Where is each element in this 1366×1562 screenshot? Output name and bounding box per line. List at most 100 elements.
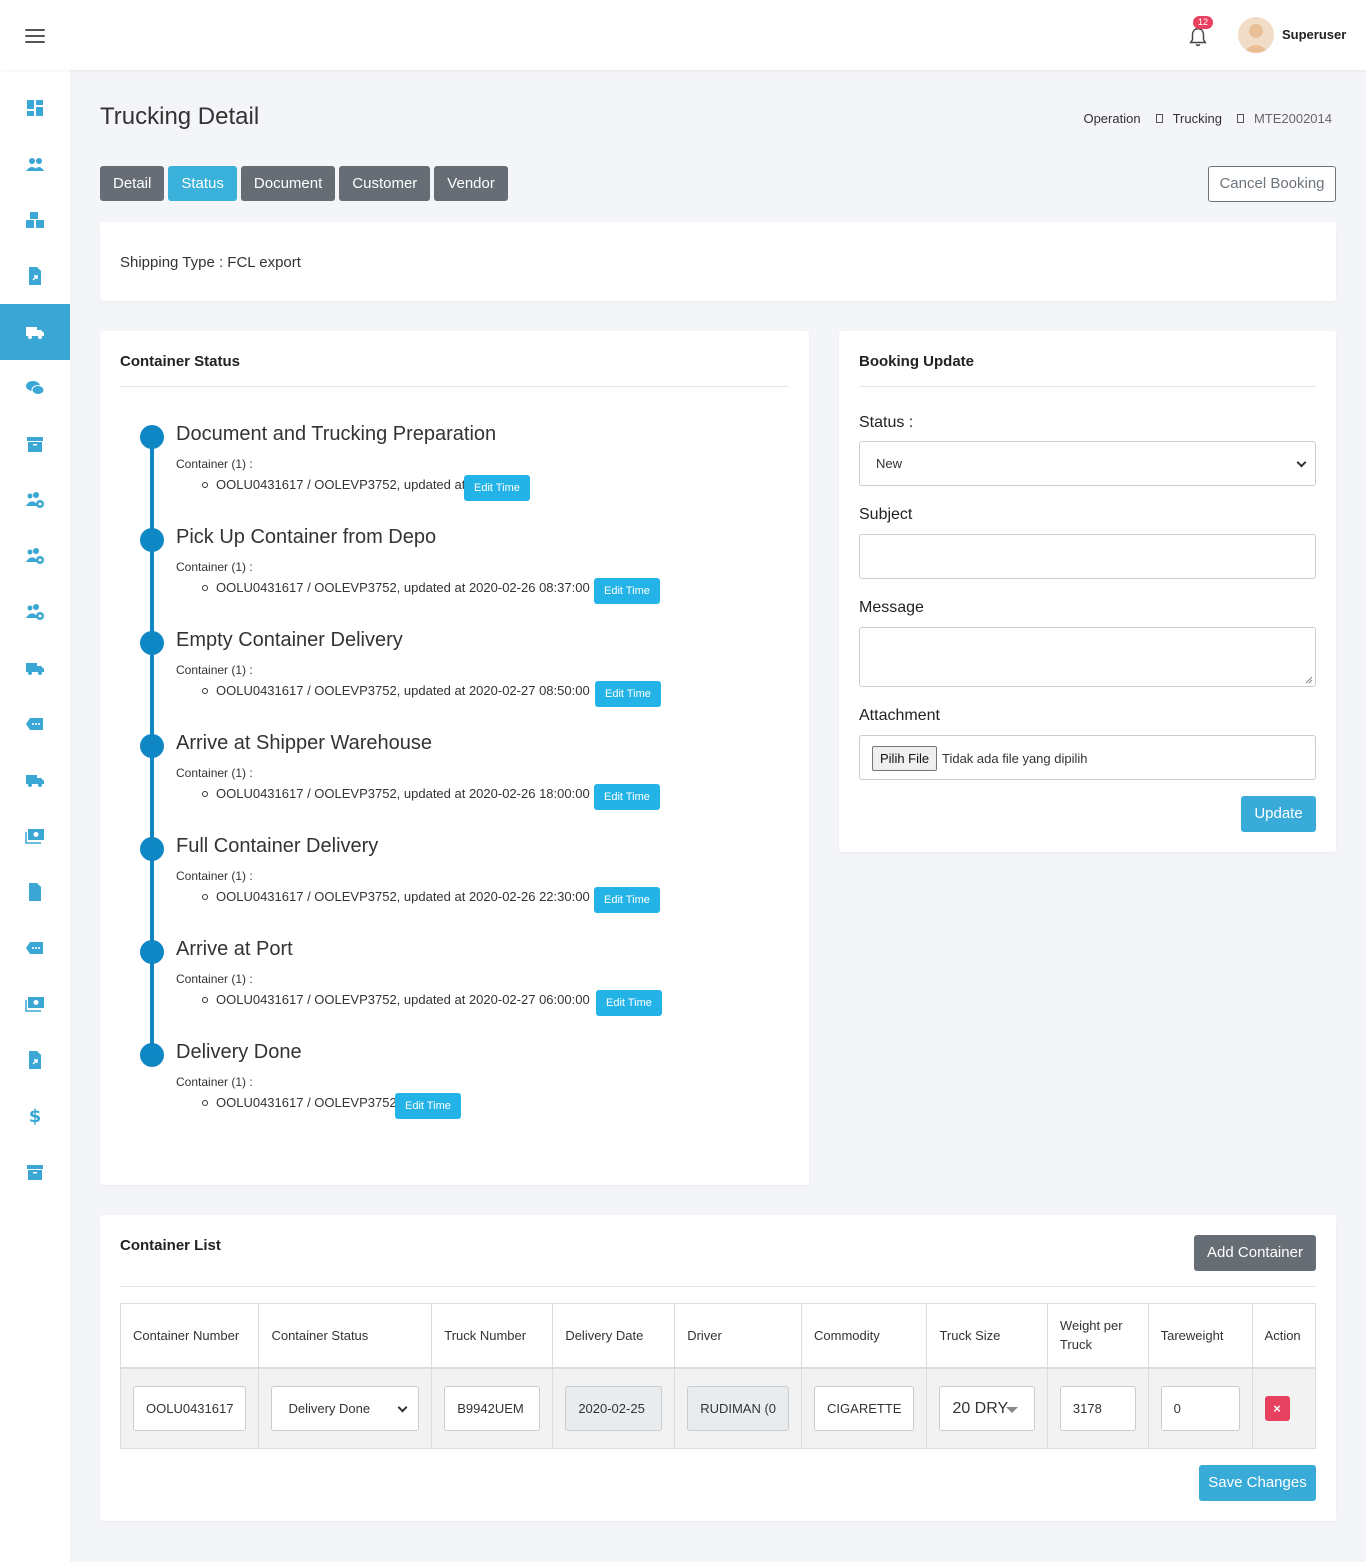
container-number-input[interactable]: OOLU0431617 [133,1385,247,1431]
money-bill-icon [25,829,44,844]
truck-icon [26,775,44,787]
truck-number-input[interactable]: B9942UEM [444,1385,541,1431]
cancel-booking-button[interactable]: Cancel Booking [1208,166,1336,202]
edit-time-button[interactable]: Edit Time [464,475,530,501]
booking-update-card: Booking Update Status : New Subject Mess… [839,331,1336,852]
tab-vendor[interactable]: Vendor [434,166,508,201]
sidebar-item-dollar[interactable]: $ [0,1088,70,1144]
subject-input[interactable] [859,534,1316,579]
avatar[interactable] [1238,17,1274,53]
sidebar-item-document[interactable] [0,864,70,920]
step-detail: OOLU0431617 / OOLEVP3752, updated at 202… [216,683,590,698]
sidebar-item-user-settings-2[interactable] [0,528,70,584]
breadcrumb-separator-icon [1236,114,1244,123]
status-select[interactable]: New [859,441,1316,486]
container-table: Container Number Container Status Truck … [119,1303,1317,1449]
add-container-button[interactable]: Add Container [1194,1235,1316,1271]
timeline-dot [140,425,164,449]
choose-file-button[interactable]: Pilih File [872,746,938,771]
truck-icon [26,327,44,339]
breadcrumb-trucking[interactable]: Trucking [1173,111,1222,126]
table-cell: Delivery Done [258,1367,433,1449]
close-icon: × [1273,1400,1281,1416]
sidebar-item-money-1[interactable] [0,808,70,864]
tab-status[interactable]: Status [168,166,237,201]
step-detail: OOLU0431617 / OOLEVP3752, updated at [216,477,466,492]
money-bill-icon [25,997,44,1012]
weight-input[interactable]: 3178 [1059,1385,1136,1431]
container-label: Container (1) : [176,457,253,471]
table-header-row: Container Number Container Status Truck … [119,1303,1317,1369]
top-bar: 12 Superuser [0,0,1366,70]
edit-time-button[interactable]: Edit Time [395,1093,461,1119]
bullet-icon [202,585,208,591]
column-header: Container Status [258,1303,433,1369]
dollar-icon: $ [29,1106,42,1126]
table-cell: RUDIMAN (0 [674,1367,803,1449]
container-status-select[interactable]: Delivery Done [271,1385,420,1431]
truck-size-select[interactable]: 20 DRY [939,1385,1035,1431]
table-cell: × [1251,1367,1317,1449]
tareweight-input[interactable]: 0 [1160,1385,1240,1431]
breadcrumb-operation[interactable]: Operation [1083,111,1140,126]
chat-icon [26,381,45,395]
container-status-card: Container Status Document and Trucking P… [100,331,809,1185]
caret-down-icon [1005,1406,1018,1413]
tag-icon [26,718,43,730]
edit-time-button[interactable]: Edit Time [594,578,660,604]
table-cell: CIGARETTE [801,1367,928,1449]
divider [120,1286,1316,1287]
booking-update-title: Booking Update [859,353,974,370]
breadcrumb-current: MTE2002014 [1253,111,1332,126]
edit-time-button[interactable]: Edit Time [596,990,662,1016]
sidebar-item-tag-1[interactable] [0,696,70,752]
sidebar-item-trucking[interactable] [0,304,70,360]
menu-icon[interactable] [25,29,45,43]
tab-customer[interactable]: Customer [339,166,431,201]
edit-time-button[interactable]: Edit Time [595,681,661,707]
step-heading: Pick Up Container from Depo [176,526,437,548]
sidebar-item-users[interactable] [0,136,70,192]
bullet-icon [202,482,208,488]
sidebar-item-file-export-2[interactable] [0,1032,70,1088]
shipping-type-text: Shipping Type : FCL export [120,254,301,271]
sidebar-item-archive-2[interactable] [0,1144,70,1200]
delivery-date-input: 2020-02-25 [565,1385,663,1431]
status-label: Status : [859,414,914,431]
file-status-text: Tidak ada file yang dipilih [942,751,1088,766]
chevron-down-icon [1296,457,1307,468]
sidebar-item-archive[interactable] [0,416,70,472]
sidebar-item-truck-3[interactable] [0,752,70,808]
sidebar-item-money-2[interactable] [0,976,70,1032]
sidebar-item-file-export[interactable] [0,248,70,304]
column-header: Action [1251,1303,1317,1369]
sidebar-item-user-settings-1[interactable] [0,472,70,528]
username[interactable]: Superuser [1282,27,1346,42]
message-textarea[interactable] [859,627,1316,687]
update-button[interactable]: Update [1241,796,1316,832]
file-export-icon [29,267,41,285]
commodity-input[interactable]: CIGARETTE [814,1385,915,1431]
sidebar-item-truck-2[interactable] [0,640,70,696]
save-changes-button[interactable]: Save Changes [1199,1465,1316,1501]
attachment-label: Attachment [859,707,940,724]
sidebar-item-dashboard[interactable] [0,80,70,136]
container-label: Container (1) : [176,766,253,780]
users-cog-icon [26,604,44,620]
column-header: Driver [674,1303,803,1369]
edit-time-button[interactable]: Edit Time [594,887,660,913]
tab-document[interactable]: Document [240,166,336,201]
tab-detail[interactable]: Detail [100,166,165,201]
container-label: Container (1) : [176,663,253,677]
column-header: Delivery Date [552,1303,676,1369]
resize-handle-icon[interactable] [1305,676,1313,684]
sidebar-item-user-settings-3[interactable] [0,584,70,640]
sidebar-item-tag-2[interactable] [0,920,70,976]
sidebar-item-chat[interactable] [0,360,70,416]
breadcrumb-separator-icon [1155,114,1163,123]
sidebar-item-boxes[interactable] [0,192,70,248]
bell-icon[interactable] [1187,26,1209,48]
edit-time-button[interactable]: Edit Time [594,784,660,810]
delete-row-button[interactable]: × [1264,1395,1290,1421]
bullet-icon [202,791,208,797]
